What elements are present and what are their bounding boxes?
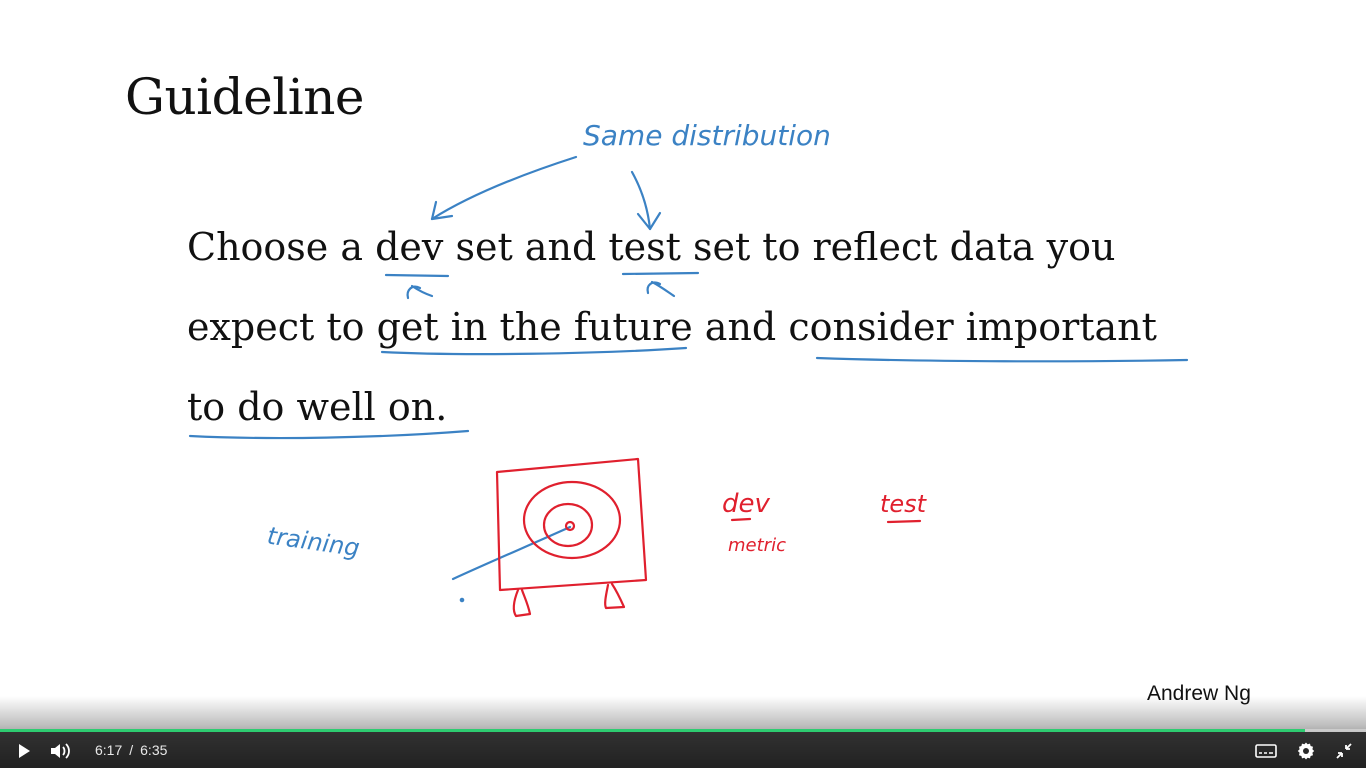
- slide-title: Guideline: [125, 68, 365, 126]
- player-control-bar: [0, 732, 1366, 768]
- test-note: test: [880, 490, 928, 518]
- dev-caret: [406, 284, 434, 300]
- target-left-leg: [512, 588, 532, 618]
- training-note: training: [265, 522, 361, 563]
- red-ink-layer: dev metric test: [495, 457, 928, 618]
- metric-note: metric: [728, 535, 786, 556]
- text-segment: Choose a: [187, 225, 376, 269]
- volume-icon: [51, 743, 70, 759]
- text-segment: expect to: [187, 305, 377, 349]
- target-outer-ring: [522, 480, 622, 560]
- progress-bar[interactable]: [0, 729, 1366, 732]
- arrow-to-dev: [430, 155, 578, 221]
- play-button[interactable]: [12, 740, 36, 762]
- target-inner-ring: [542, 502, 594, 548]
- important-underline: [815, 356, 1189, 363]
- arrow-head: [430, 200, 454, 221]
- captions-button[interactable]: [1254, 740, 1278, 762]
- test-caret: [646, 280, 676, 298]
- slide-text-line-3: to do well on.: [187, 388, 447, 426]
- arrow-to-test: [630, 170, 652, 231]
- text-segment-test: test: [608, 225, 681, 269]
- dev-note-underline: [730, 517, 752, 522]
- dev-underline: [384, 273, 450, 278]
- volume-button[interactable]: [48, 740, 74, 762]
- target-right-leg: [604, 582, 626, 610]
- blue-ink-layer: Same distribution training: [188, 119, 1189, 603]
- progress-fill: [0, 729, 1305, 732]
- text-segment-dev: dev: [375, 225, 444, 269]
- play-icon: [19, 744, 30, 758]
- same-distribution-note: Same distribution: [583, 119, 831, 152]
- text-segment: set to reflect data you: [680, 225, 1116, 269]
- text-segment: to do well on.: [187, 385, 448, 429]
- text-segment: and: [692, 305, 789, 349]
- current-time: 6:17: [95, 742, 123, 758]
- arrow-to-target: [451, 525, 572, 581]
- text-segment-important: consider important: [788, 305, 1157, 349]
- dev-note: dev: [722, 489, 771, 519]
- well-on-underline: [188, 429, 470, 440]
- time-display: 6:17 / 6:35: [95, 742, 167, 758]
- test-note-underline: [886, 519, 922, 524]
- slide-text-line-1: Choose a dev set and test set to reflect…: [187, 228, 1115, 266]
- test-underline: [621, 271, 700, 276]
- target-board: [495, 457, 648, 592]
- slide-text-line-2: expect to get in the future and consider…: [187, 308, 1157, 346]
- text-segment: set and: [443, 225, 609, 269]
- duration: 6:35: [140, 742, 168, 758]
- captions-icon: [1255, 744, 1277, 758]
- gear-icon: [1297, 742, 1315, 760]
- exit-fullscreen-icon: [1336, 743, 1352, 759]
- lecturer-credit: Andrew Ng: [1147, 682, 1251, 705]
- exit-fullscreen-button[interactable]: [1332, 740, 1356, 762]
- lecture-slide: Guideline Choose a dev set and test set …: [0, 0, 1366, 768]
- settings-button[interactable]: [1294, 740, 1318, 762]
- time-separator: /: [129, 742, 134, 758]
- ink-dot: [459, 597, 465, 603]
- target-bullseye: [564, 520, 576, 532]
- text-segment-future: get in the future: [376, 305, 693, 349]
